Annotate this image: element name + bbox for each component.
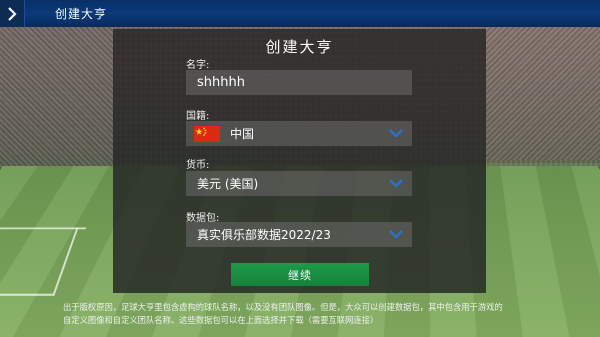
create-tycoon-dialog: 创建大亨 名字: shhhhh 国籍: 中国 货币: 美元 (美国) 数据包: … xyxy=(113,29,486,293)
nationality-select[interactable]: 中国 xyxy=(186,121,412,146)
chevron-left-icon xyxy=(8,6,17,21)
dialog-title: 创建大亨 xyxy=(265,38,334,56)
back-button[interactable] xyxy=(0,0,25,27)
chevron-down-icon xyxy=(389,129,403,138)
nationality-value: 中国 xyxy=(230,127,255,141)
name-label: 名字: xyxy=(186,60,210,71)
chevron-down-icon xyxy=(389,179,403,188)
currency-select[interactable]: 美元 (美国) xyxy=(186,171,412,196)
name-value: shhhhh xyxy=(197,75,245,90)
chevron-down-icon xyxy=(389,230,403,239)
name-input[interactable]: shhhhh xyxy=(186,70,412,95)
continue-button[interactable]: 继续 xyxy=(231,263,369,286)
currency-label: 货币: xyxy=(186,160,210,171)
copyright-notice: 出于版权原因，足球大亨里包含虚构的球队名称，以及没有团队图像。但是，大众可以创建… xyxy=(63,301,553,327)
china-flag-icon xyxy=(194,125,220,142)
currency-value: 美元 (美国) xyxy=(197,177,259,191)
top-bar: 创建大亨 xyxy=(0,0,600,27)
data-pack-select[interactable]: 真实俱乐部数据2022/23 xyxy=(186,222,412,247)
data-pack-value: 真实俱乐部数据2022/23 xyxy=(197,228,331,242)
nationality-label: 国籍: xyxy=(186,111,210,122)
page-title: 创建大亨 xyxy=(55,7,108,21)
notice-line: 自定义图像和自定义团队名称。这些数据包可以在上面选择并下载（需要互联网连接） xyxy=(63,315,379,325)
notice-line: 出于版权原因，足球大亨里包含虚构的球队名称，以及没有团队图像。但是，大众可以创建… xyxy=(63,302,503,312)
